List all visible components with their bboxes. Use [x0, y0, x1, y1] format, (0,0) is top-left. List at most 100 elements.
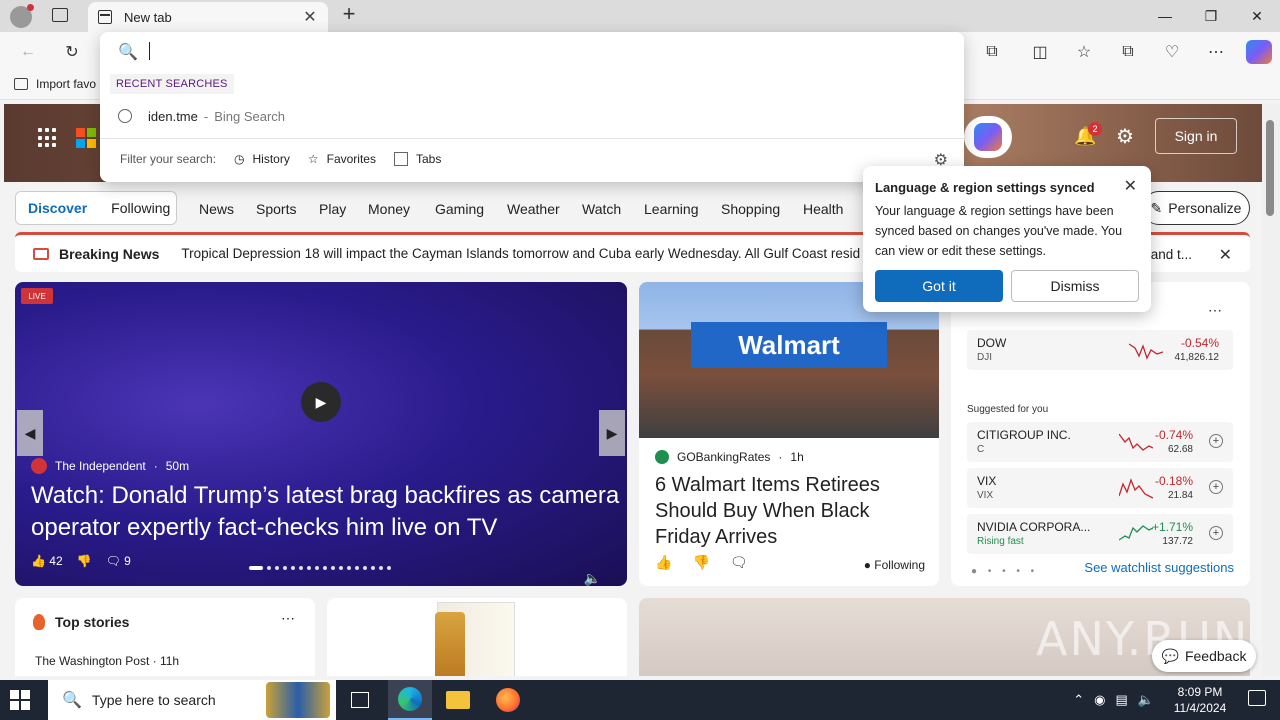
app-launcher-icon[interactable] [38, 128, 58, 148]
top-story-source[interactable]: The Washington Post · 11h [35, 654, 179, 668]
recent-search-item[interactable]: iden.tme - Bing Search [100, 102, 964, 130]
dislike-icon[interactable]: 👎 [77, 554, 92, 568]
stock-change: -0.54% [1180, 336, 1219, 350]
nav-learning[interactable]: Learning [644, 201, 699, 217]
like-icon[interactable]: 👍 [655, 554, 672, 571]
add-stock-button[interactable]: + [1209, 526, 1223, 540]
search-filter-row: Filter your search: ◷ History ☆ Favorite… [120, 152, 441, 166]
watchlist-pager-dots[interactable]: ● • • • • [971, 566, 1038, 577]
page-settings-gear-icon[interactable]: ⚙ [1116, 124, 1134, 149]
feedback-button[interactable]: 💬 Feedback [1152, 640, 1256, 672]
windows-start-icon[interactable] [10, 690, 30, 710]
comment-icon[interactable]: 🗨 9 [106, 554, 131, 568]
settings-and-more-icon[interactable]: ⋯ [1204, 40, 1228, 64]
chevron-up-icon[interactable]: ⌃ [1073, 692, 1084, 708]
page-scrollbar[interactable] [1262, 104, 1280, 676]
tab-actions-icon[interactable] [52, 8, 68, 22]
address-bar-dropdown: 🔍 RECENT SEARCHES iden.tme - Bing Search… [100, 32, 964, 182]
nav-money[interactable]: Money [368, 201, 410, 217]
stock-row-citigroup[interactable]: CITIGROUP INC. C -0.74% 62.68 + [967, 422, 1233, 462]
browser-essentials-icon[interactable]: ♡ [1160, 40, 1184, 64]
copilot-button[interactable] [964, 116, 1012, 158]
more-options-icon[interactable]: ⋯ [1208, 302, 1222, 319]
filter-tabs[interactable]: Tabs [393, 152, 441, 166]
comment-icon[interactable]: 🗨 [730, 554, 748, 571]
taskbar-clock[interactable]: 8:09 PM 11/4/2024 [1170, 684, 1230, 716]
add-stock-button[interactable]: + [1209, 480, 1223, 494]
address-bar-input[interactable] [148, 40, 928, 64]
previous-arrow-icon[interactable]: ◀ [17, 410, 43, 456]
carousel-dots[interactable] [249, 566, 391, 570]
taskbar-firefox[interactable] [486, 680, 530, 720]
dislike-icon[interactable]: 👎 [692, 554, 709, 571]
volume-icon[interactable]: 🔈 [584, 570, 601, 586]
microsoft-logo[interactable] [76, 128, 96, 148]
feedback-label: Feedback [1184, 648, 1247, 664]
close-icon[interactable]: ✕ [1124, 176, 1137, 196]
refresh-icon[interactable]: ↻ [60, 40, 84, 64]
got-it-button[interactable]: Got it [875, 270, 1003, 302]
sign-in-button[interactable]: Sign in [1155, 118, 1237, 154]
hero-video-card[interactable]: LIVE ▶ ◀ ▶ The Independent · 50m Watch: … [15, 282, 627, 586]
volume-icon[interactable]: 🔈 [1138, 692, 1154, 708]
taskbar-file-explorer[interactable] [436, 680, 480, 720]
more-options-icon[interactable]: ⋯ [281, 610, 295, 627]
add-stock-button[interactable]: + [1209, 434, 1223, 448]
favorites-icon[interactable]: ☆ [1072, 40, 1096, 64]
network-icon[interactable]: ▤ [1116, 692, 1128, 708]
minimize-button[interactable]: — [1142, 0, 1188, 32]
nav-weather[interactable]: Weather [507, 201, 560, 217]
filter-favorites[interactable]: ☆ Favorites [308, 152, 376, 166]
news-headline[interactable]: 6 Walmart Items Retirees Should Buy When… [655, 472, 925, 550]
webcam-icon[interactable]: ◉ [1094, 692, 1105, 708]
see-watchlist-suggestions-link[interactable]: See watchlist suggestions [1084, 560, 1234, 575]
hero-headline[interactable]: Watch: Donald Trump’s latest brag backfi… [31, 480, 621, 544]
close-window-button[interactable]: ✕ [1234, 0, 1280, 32]
personalize-button[interactable]: ✎ Personalize [1142, 191, 1250, 225]
extensions-icon[interactable]: ⧉ [980, 40, 1004, 64]
collections-icon[interactable]: ⧉ [1116, 40, 1140, 64]
nav-news[interactable]: News [199, 201, 234, 217]
dismiss-button[interactable]: Dismiss [1011, 270, 1139, 302]
nav-gaming[interactable]: Gaming [435, 201, 484, 217]
stock-row-dow[interactable]: DOW DJI -0.54% 41,826.12 [967, 330, 1233, 370]
notification-center-icon[interactable] [1248, 690, 1266, 706]
stock-value: 21.84 [1167, 490, 1193, 501]
tab-discover[interactable]: Discover [16, 200, 99, 216]
next-arrow-icon[interactable]: ▶ [599, 410, 625, 456]
search-highlight-image[interactable] [266, 682, 330, 718]
tab-close-button[interactable]: ✕ [302, 7, 318, 27]
copilot-icon[interactable] [1246, 40, 1272, 64]
nav-shopping[interactable]: Shopping [721, 201, 780, 217]
nav-sports[interactable]: Sports [256, 201, 296, 217]
split-screen-icon[interactable]: ◫ [1028, 40, 1052, 64]
task-view-button[interactable] [338, 680, 382, 720]
restore-button[interactable]: ❐ [1188, 0, 1234, 32]
source-logo-icon [655, 450, 669, 464]
scrollbar-thumb[interactable] [1266, 120, 1274, 216]
profile-icon[interactable] [10, 4, 34, 28]
tabs-icon [393, 152, 408, 166]
import-favorites-link[interactable]: Import favo [14, 77, 96, 91]
nav-watch[interactable]: Watch [582, 201, 621, 217]
taskbar-search-placeholder: Type here to search [91, 692, 216, 708]
nav-play[interactable]: Play [319, 201, 346, 217]
following-indicator[interactable]: ● Following [864, 558, 925, 572]
stock-value: 137.72 [1162, 536, 1193, 547]
nav-health[interactable]: Health [803, 201, 843, 217]
tab-following[interactable]: Following [99, 200, 182, 216]
play-icon[interactable]: ▶ [301, 382, 341, 422]
close-icon[interactable]: ✕ [1219, 245, 1232, 265]
watchlist-card: ⋯ DOW DJI -0.54% 41,826.12 Suggested for… [951, 282, 1250, 586]
like-icon[interactable]: 👍 42 [31, 554, 63, 568]
stock-row-nvidia[interactable]: NVIDIA CORPORA... Rising fast +1.71% 137… [967, 514, 1233, 554]
filter-history[interactable]: ◷ History [234, 152, 290, 166]
news-card-walmart[interactable]: Walmart GOBankingRates · 1h 6 Walmart It… [639, 282, 939, 586]
stock-row-vix[interactable]: VIX VIX -0.18% 21.84 + [967, 468, 1233, 508]
taskbar-edge[interactable] [388, 680, 432, 720]
new-tab-button[interactable]: + [338, 3, 360, 26]
back-icon[interactable]: ← [16, 40, 40, 64]
sparkline-icon [1119, 525, 1153, 541]
tab-new-tab[interactable]: New tab ✕ [88, 2, 328, 32]
ad-card[interactable] [327, 598, 627, 676]
